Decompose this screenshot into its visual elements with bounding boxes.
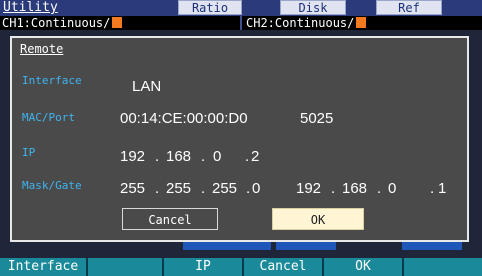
mask-octet-3[interactable]: 255 bbox=[212, 180, 237, 197]
port-value[interactable]: 5025 bbox=[300, 110, 333, 127]
gate-octet-2[interactable]: 168 bbox=[342, 180, 367, 197]
ch1-label: CH1:Continuous/ bbox=[2, 16, 111, 30]
softkey-2[interactable] bbox=[88, 258, 164, 276]
ip-octet-1[interactable]: 192 bbox=[120, 148, 145, 165]
ip-dot: . bbox=[201, 148, 206, 165]
remote-dialog: Remote Interface LAN MAC/Port 00:14:CE:0… bbox=[10, 36, 469, 242]
softkey-bar: Interface IP Cancel OK bbox=[0, 258, 482, 276]
tab-ratio[interactable]: Ratio bbox=[178, 0, 242, 15]
mask-dot: . bbox=[155, 180, 160, 197]
mask-octet-2[interactable]: 255 bbox=[166, 180, 191, 197]
interface-label: Interface bbox=[22, 74, 82, 87]
tab-ref[interactable]: Ref bbox=[376, 0, 442, 15]
gate-dot: . bbox=[430, 180, 435, 197]
ch1-status: CH1:Continuous/ bbox=[2, 16, 123, 30]
gate-octet-4[interactable]: 1 bbox=[438, 180, 446, 197]
dialog-title: Remote bbox=[20, 42, 64, 56]
tab-disk[interactable]: Disk bbox=[280, 0, 346, 15]
ip-octet-2[interactable]: 168 bbox=[166, 148, 191, 165]
interface-value[interactable]: LAN bbox=[132, 78, 161, 95]
mask-octet-4[interactable]: 0 bbox=[252, 180, 260, 197]
ch2-status: CH2:Continuous/ bbox=[246, 16, 367, 30]
mask-dot: . bbox=[246, 180, 251, 197]
cancel-button[interactable]: Cancel bbox=[122, 208, 218, 230]
channel-divider bbox=[240, 16, 242, 30]
ip-dot: . bbox=[155, 148, 160, 165]
ip-dot: . bbox=[245, 148, 250, 165]
ch1-color-swatch bbox=[112, 17, 123, 28]
ch2-color-swatch bbox=[356, 17, 367, 28]
mac-port-label: MAC/Port bbox=[22, 111, 75, 124]
mac-address-value: 00:14:CE:00:00:D0 bbox=[120, 110, 248, 127]
softkey-cancel[interactable]: Cancel bbox=[244, 258, 324, 276]
gate-octet-3[interactable]: 0 bbox=[388, 180, 396, 197]
ok-button[interactable]: OK bbox=[272, 208, 364, 230]
page-title: Utility bbox=[3, 0, 58, 15]
softkey-6[interactable] bbox=[404, 258, 482, 276]
ip-label: IP bbox=[22, 146, 36, 159]
screen: Utility Ratio Disk Ref CH1:Continuous/ C… bbox=[0, 0, 482, 276]
top-bar: Utility Ratio Disk Ref bbox=[0, 0, 482, 16]
gate-dot: . bbox=[331, 180, 336, 197]
softkey-ip[interactable]: IP bbox=[164, 258, 244, 276]
softkey-interface[interactable]: Interface bbox=[0, 258, 88, 276]
softkey-ok[interactable]: OK bbox=[324, 258, 404, 276]
ip-octet-4[interactable]: 2 bbox=[251, 148, 259, 165]
mask-dot: . bbox=[201, 180, 206, 197]
gate-dot: . bbox=[377, 180, 382, 197]
ch2-label: CH2:Continuous/ bbox=[246, 16, 355, 30]
mask-gate-label: Mask/Gate bbox=[22, 179, 82, 192]
mask-octet-1[interactable]: 255 bbox=[120, 180, 145, 197]
gate-octet-1[interactable]: 192 bbox=[296, 180, 321, 197]
ip-octet-3[interactable]: 0 bbox=[213, 148, 221, 165]
